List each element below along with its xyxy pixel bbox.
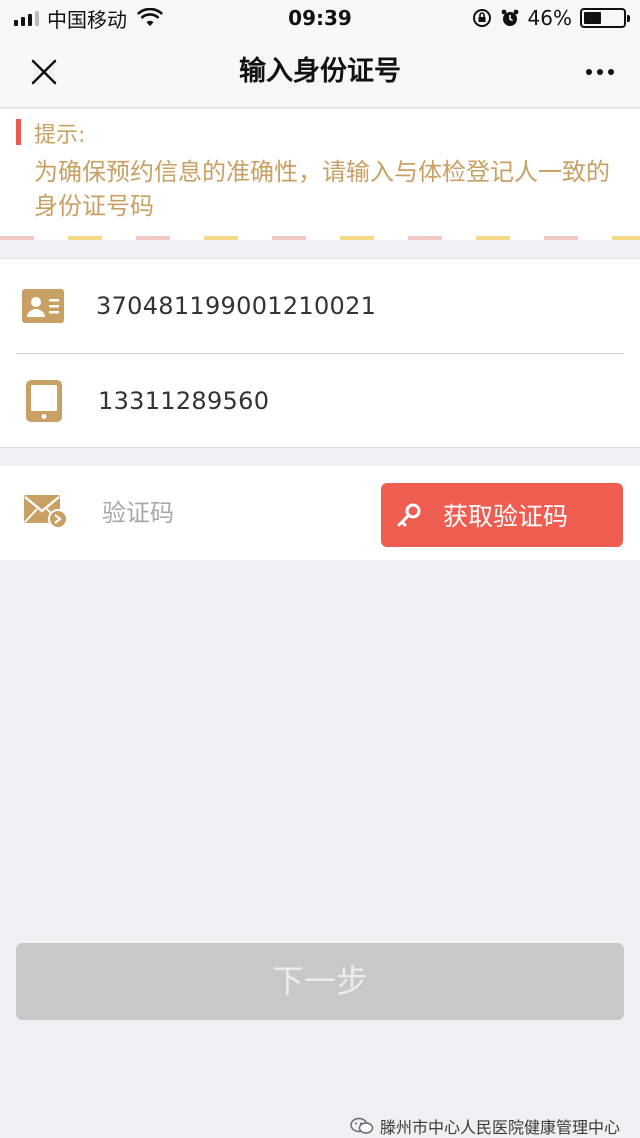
close-button[interactable] — [22, 50, 66, 94]
next-button[interactable]: 下一步 — [16, 943, 624, 1020]
notice-panel: 提示: 为确保预约信息的准确性，请输入与体检登记人一致的身份证号码 — [0, 109, 640, 240]
status-bar: 中国移动 09:39 46% — [0, 0, 640, 36]
phone-icon — [26, 380, 62, 422]
alarm-icon — [501, 9, 518, 26]
more-button[interactable] — [578, 50, 622, 94]
notice-title: 提示: — [34, 123, 86, 148]
mail-icon — [24, 495, 68, 529]
verification-code-input[interactable]: 验证码 — [102, 466, 174, 560]
wifi-icon — [137, 8, 163, 26]
id-number-field[interactable]: 370481199001210021 — [96, 292, 376, 320]
phone-row[interactable]: 13311289560 — [0, 354, 640, 448]
page-title: 输入身份证号 — [239, 56, 401, 87]
nav-bar: 输入身份证号 — [0, 36, 640, 108]
watermark: 滕州市中心人民医院健康管理中心 — [350, 1116, 620, 1137]
id-number-row[interactable]: 370481199001210021 — [0, 259, 640, 353]
get-code-button[interactable]: 获取验证码 — [381, 483, 623, 547]
key-icon — [395, 501, 423, 529]
watermark-text: 滕州市中心人民医院健康管理中心 — [379, 1118, 620, 1137]
rotation-lock-icon — [472, 9, 491, 27]
more-icon — [586, 69, 592, 75]
id-card-icon — [22, 289, 64, 323]
notice-stripe-border — [0, 236, 640, 240]
verification-form: 验证码 获取验证码 — [0, 466, 640, 560]
carrier-label: 中国移动 — [47, 7, 127, 32]
identity-form: 370481199001210021 13311289560 — [0, 258, 640, 448]
get-code-label: 获取验证码 — [443, 502, 569, 531]
battery-percent: 46% — [527, 6, 572, 30]
wechat-icon — [350, 1117, 374, 1134]
notice-text: 为确保预约信息的准确性，请输入与体检登记人一致的身份证号码 — [34, 158, 610, 220]
battery-icon — [580, 8, 630, 28]
notice-accent-bar — [16, 119, 21, 145]
close-icon — [31, 59, 57, 85]
phone-field[interactable]: 13311289560 — [98, 387, 269, 415]
signal-icon — [14, 10, 39, 26]
